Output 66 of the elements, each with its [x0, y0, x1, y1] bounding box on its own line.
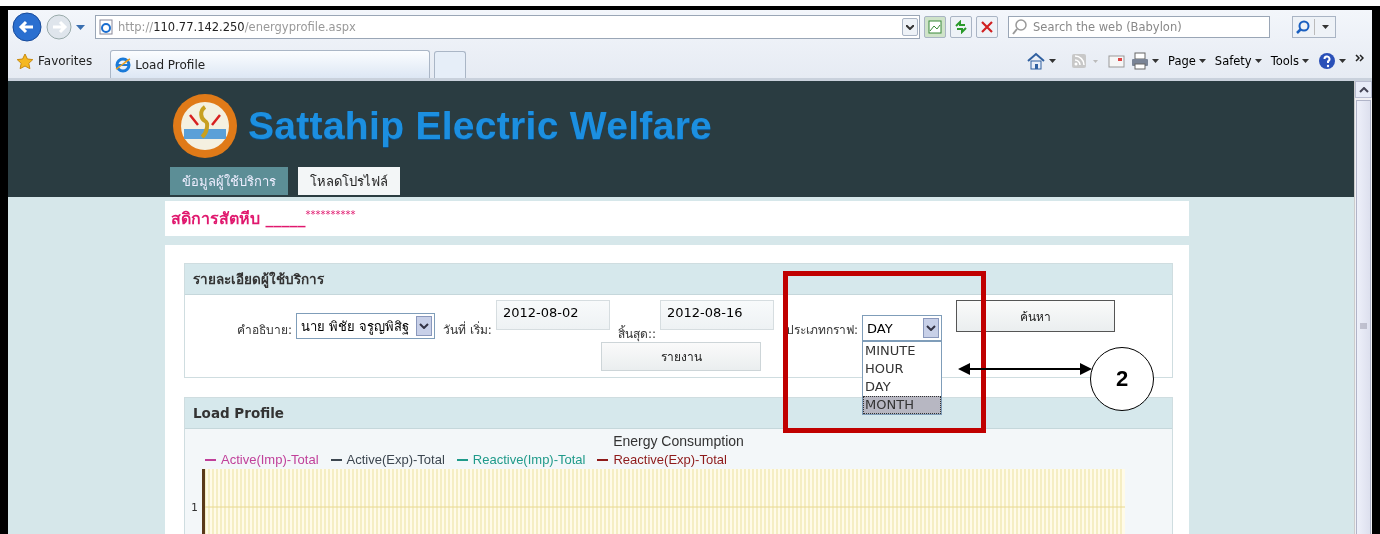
history-caret-icon[interactable] [76, 24, 85, 30]
welcome-text: สดิการสัตหีบ _____$^{**********}$ [171, 207, 356, 230]
help-button[interactable] [1318, 52, 1349, 70]
caret-icon[interactable] [1049, 59, 1056, 63]
command-menu[interactable]: Page [1168, 54, 1209, 68]
field-label: ประเภทกราฟ: [786, 322, 859, 339]
grip-icon [1360, 322, 1367, 329]
dropdown-option[interactable]: DAY [863, 378, 942, 396]
command-menu[interactable]: Safety [1214, 54, 1265, 68]
caret-icon[interactable] [1254, 59, 1262, 63]
back-button[interactable] [12, 12, 42, 42]
favorites-button[interactable]: Favorites [12, 47, 101, 75]
caret-icon[interactable] [1152, 59, 1159, 63]
caret-icon[interactable] [1198, 59, 1206, 63]
search-field[interactable]: Search the web (Babylon) [1008, 16, 1270, 38]
browser-tab[interactable]: Load Profile [110, 50, 431, 78]
print-button[interactable] [1131, 52, 1162, 70]
star-icon [16, 52, 34, 70]
address-dropdown[interactable] [902, 18, 918, 36]
address-url: http://110.77.142.250/energyprofile.aspx [118, 20, 357, 34]
command-menu[interactable]: Tools [1270, 54, 1312, 68]
logo-emblem-icon [172, 93, 238, 159]
panel-title: รายละเอียดผู้ใช้บริการ [185, 264, 1172, 295]
mail-icon[interactable] [1108, 53, 1125, 69]
dropdown-option[interactable]: HOUR [863, 360, 942, 378]
report-button[interactable]: รายงาน [601, 342, 761, 371]
tick-label: 1 [191, 501, 198, 514]
legend-item[interactable]: Active(Imp)-Total [205, 452, 319, 467]
close-icon [980, 20, 994, 34]
search-icon [1296, 20, 1310, 34]
nav-tab[interactable]: โหลดโปรไฟล์ [298, 167, 400, 195]
graph-type-select[interactable]: DAY [862, 315, 943, 341]
field-label: สิ้นสุด:: [617, 324, 656, 343]
search-button[interactable] [1292, 16, 1336, 38]
y-axis [202, 469, 205, 534]
chart-title: Energy Consumption [612, 433, 745, 449]
page-icon [99, 19, 113, 35]
caret-icon[interactable] [1322, 25, 1329, 29]
caret-icon[interactable] [1302, 59, 1309, 63]
home-icon [1026, 52, 1046, 70]
start-date-field[interactable]: 2012-08-02 [495, 300, 610, 330]
refresh-icon [954, 20, 968, 34]
home-button[interactable] [1026, 52, 1059, 70]
field-label: คำอธิบาย: [237, 322, 293, 339]
customer-select[interactable]: นาย พิชัย จรูญพิสิฐ [296, 313, 436, 339]
legend-item[interactable]: Active(Exp)-Total [330, 452, 445, 467]
chevron-icon[interactable] [1355, 54, 1364, 62]
field-label: วันที่ เริ่ม: [443, 320, 492, 339]
search-button[interactable]: ค้นหา [956, 300, 1116, 332]
site-title: Sattahip Electric Welfare [248, 104, 713, 148]
printer-icon [1131, 52, 1149, 70]
caret-icon[interactable] [1339, 59, 1346, 63]
ie-icon [115, 56, 132, 73]
compatibility-button[interactable] [924, 16, 946, 38]
dropdown-option[interactable]: MONTH [863, 396, 942, 414]
search-icon [1012, 19, 1027, 35]
end-date-field[interactable]: 2012-08-16 [660, 300, 774, 330]
scrollbar-thumb[interactable] [1356, 100, 1371, 534]
caret-icon [1358, 86, 1369, 93]
address-field[interactable]: http://110.77.142.250/energyprofile.aspx [95, 15, 920, 39]
scroll-up-button[interactable] [1355, 81, 1372, 98]
refresh-button[interactable] [950, 16, 972, 38]
legend-item[interactable]: Reactive(Exp)-Total [597, 452, 727, 467]
dropdown-option[interactable]: MINUTE [863, 342, 942, 360]
stop-button[interactable] [976, 16, 998, 38]
help-icon [1318, 52, 1336, 70]
